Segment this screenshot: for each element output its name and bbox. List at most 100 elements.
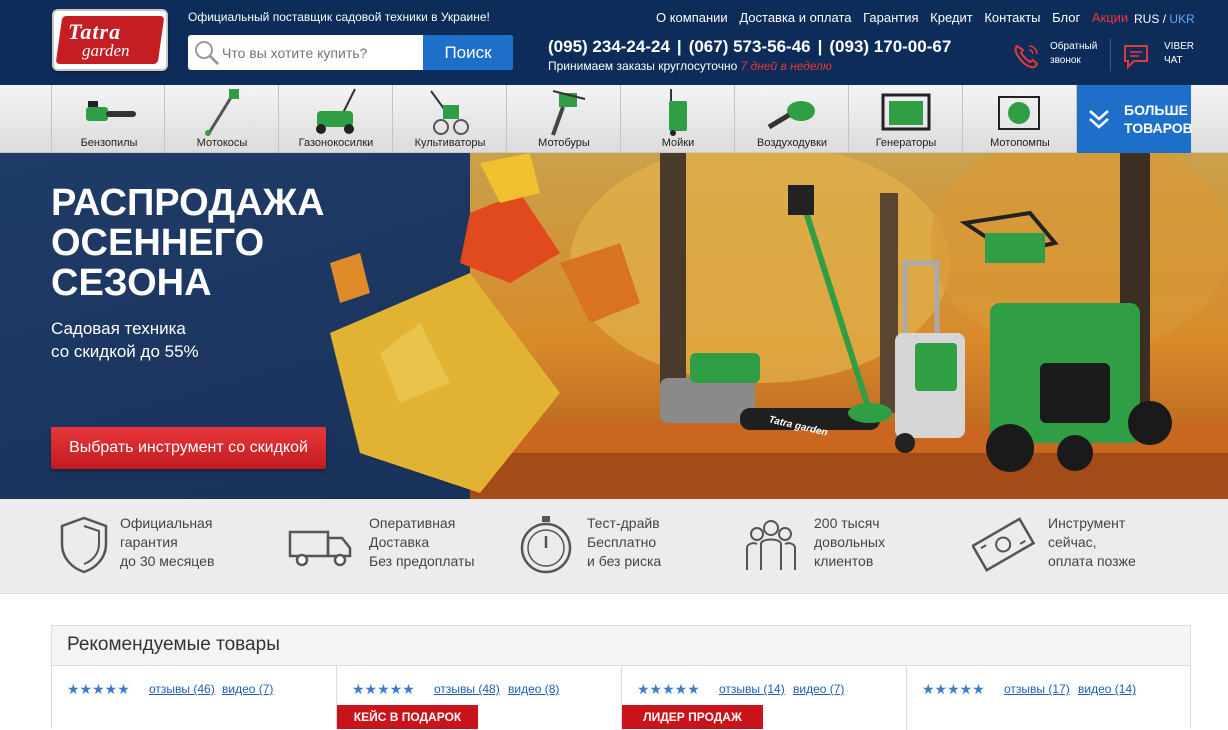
- stopwatch-icon: [520, 516, 572, 574]
- category-blowers[interactable]: Воздуходувки: [735, 85, 849, 153]
- feature-line: Инструмент: [1048, 515, 1126, 531]
- phone-numbers: (095) 234-24-24 | (067) 573-56-46 | (093) 17…: [548, 37, 951, 57]
- nav-credit[interactable]: Кредит: [930, 10, 973, 25]
- category-pressure-washers[interactable]: Мойки: [621, 85, 735, 153]
- nav-about[interactable]: О компании: [656, 10, 728, 25]
- shield-icon: [60, 516, 108, 574]
- video-link[interactable]: видео (14): [1078, 682, 1136, 696]
- category-label: Мойки: [661, 137, 695, 149]
- lang-separator: /: [1162, 12, 1167, 26]
- hero-title-line: СЕЗОНА: [51, 262, 212, 304]
- category-brushcutters[interactable]: Мотокосы: [165, 85, 279, 153]
- header-divider: [1110, 38, 1111, 71]
- product-card[interactable]: ★★★★★ отзывы (17) видео (14): [907, 666, 1192, 730]
- category-lawnmowers[interactable]: Газонокосилки: [279, 85, 393, 153]
- language-switcher: RUS / UKR: [1134, 12, 1195, 26]
- search-input[interactable]: [222, 35, 422, 70]
- category-generators[interactable]: Генераторы: [849, 85, 963, 153]
- category-label: Мотопомпы: [990, 137, 1050, 149]
- reviews-link[interactable]: отзывы (14): [719, 682, 785, 696]
- feature-line: Бесплатно: [587, 534, 657, 550]
- rating-stars: ★★★★★: [67, 681, 130, 697]
- feature-line: Без предоплаты: [369, 553, 475, 569]
- feature-line: Оперативная: [369, 515, 456, 531]
- lawnmower-icon: [316, 88, 356, 134]
- reviews-link[interactable]: отзывы (46): [149, 682, 215, 696]
- phone-3[interactable]: (093) 170-00-67: [829, 37, 951, 56]
- feature-pay-later: Инструмент сейчас, оплата позже: [972, 499, 1182, 594]
- feature-line: до 30 месяцев: [120, 553, 215, 569]
- blower-icon: [767, 101, 815, 130]
- rating-stars: ★★★★★: [922, 681, 985, 697]
- rating-stars: ★★★★★: [637, 681, 700, 697]
- site-header: Tatra garden Официальный поставщик садов…: [0, 0, 1228, 85]
- category-cultivators[interactable]: Культиваторы: [393, 85, 507, 153]
- chat-bubble-icon: [1124, 45, 1148, 70]
- category-augers[interactable]: Мотобуры: [507, 85, 621, 153]
- generator-icon: [881, 93, 931, 131]
- category-label: Генераторы: [875, 137, 937, 149]
- tatra-garden-logo[interactable]: Tatra garden: [52, 9, 168, 71]
- lang-rus[interactable]: RUS: [1134, 12, 1159, 26]
- feature-delivery: Оперативная Доставка Без предоплаты: [288, 499, 498, 594]
- reviews-link[interactable]: отзывы (17): [1004, 682, 1070, 696]
- water-pump-icon: [998, 96, 1040, 130]
- feature-line: 200 тысяч: [814, 515, 880, 531]
- more-products-label-1: БОЛЬШЕ: [1124, 102, 1188, 118]
- phone-separator: |: [817, 37, 823, 56]
- people-icon: [746, 520, 796, 570]
- nav-warranty[interactable]: Гарантия: [863, 10, 918, 25]
- recommended-products: Рекомендуемые товары ★★★★★ отзывы (46) в…: [51, 625, 1192, 730]
- phone-icon: [1014, 44, 1039, 69]
- feature-line: Тест-драйв: [587, 515, 660, 531]
- nav-blog[interactable]: Блог: [1052, 10, 1080, 25]
- phone-1[interactable]: (095) 234-24-24: [548, 37, 670, 56]
- orders-highlight: 7 дней в неделю: [740, 59, 832, 73]
- category-label: Культиваторы: [414, 137, 486, 149]
- brushcutter-icon: [205, 89, 239, 136]
- lang-ukr[interactable]: UKR: [1169, 12, 1194, 26]
- nav-contacts[interactable]: Контакты: [984, 10, 1040, 25]
- search-button[interactable]: Поиск: [423, 35, 513, 70]
- category-label: Мотобуры: [538, 137, 590, 149]
- phone-2[interactable]: (067) 573-56-46: [689, 37, 811, 56]
- category-label: Газонокосилки: [298, 137, 374, 149]
- truck-icon: [288, 530, 352, 567]
- more-products-label-2: ТОВАРОВ: [1124, 120, 1193, 136]
- product-card[interactable]: ★★★★★ отзывы (48) видео (8) КЕЙС В ПОДАР…: [337, 666, 622, 730]
- cultivator-icon: [430, 90, 469, 135]
- double-chevron-down-icon: [1089, 110, 1109, 129]
- hero-subtitle-line: со скидкой до 55%: [51, 342, 199, 361]
- feature-line: клиентов: [814, 553, 874, 569]
- feature-line: оплата позже: [1048, 553, 1136, 569]
- more-products-button[interactable]: БОЛЬШЕ ТОВАРОВ: [1077, 85, 1193, 153]
- category-chainsaws[interactable]: Бензопилы: [51, 85, 165, 153]
- phone-separator: |: [676, 37, 682, 56]
- money-icon: [972, 517, 1036, 572]
- discount-tools-button[interactable]: Выбрать инструмент со скидкой: [51, 427, 326, 469]
- rating-stars: ★★★★★: [352, 681, 415, 697]
- gift-case-badge: КЕЙС В ПОДАРОК: [337, 705, 478, 729]
- feature-test-drive: Тест-драйв Бесплатно и без риска: [518, 499, 718, 594]
- video-link[interactable]: видео (8): [508, 682, 559, 696]
- category-water-pumps[interactable]: Мотопомпы: [963, 85, 1077, 153]
- feature-line: Доставка: [369, 534, 430, 550]
- hero-title-line: РАСПРОДАЖА: [51, 182, 325, 224]
- feature-clients: 200 тысяч довольных клиентов: [743, 499, 943, 594]
- feature-line: гарантия: [120, 534, 178, 550]
- nav-promotions[interactable]: Акции: [1092, 10, 1128, 25]
- orders-text: Принимаем заказы круглосуточно: [548, 59, 738, 73]
- search-box: Поиск: [188, 35, 513, 70]
- feature-line: довольных: [814, 534, 885, 550]
- product-card[interactable]: ★★★★★ отзывы (14) видео (7) ЛИДЕР ПРОДАЖ: [622, 666, 907, 730]
- hero-title-line: ОСЕННЕГО: [51, 222, 265, 264]
- nav-delivery[interactable]: Доставка и оплата: [739, 10, 851, 25]
- viber-label-1: VIBER: [1164, 41, 1195, 52]
- video-link[interactable]: видео (7): [793, 682, 844, 696]
- category-bar: Бензопилы Мотокосы Газонокосилки Культив…: [0, 85, 1228, 153]
- video-link[interactable]: видео (7): [222, 682, 273, 696]
- reviews-link[interactable]: отзывы (48): [434, 682, 500, 696]
- hero-title: РАСПРОДАЖА ОСЕННЕГО СЕЗОНА: [51, 183, 381, 303]
- pressure-washer-icon: [669, 89, 687, 136]
- product-card[interactable]: ★★★★★ отзывы (46) видео (7): [52, 666, 337, 730]
